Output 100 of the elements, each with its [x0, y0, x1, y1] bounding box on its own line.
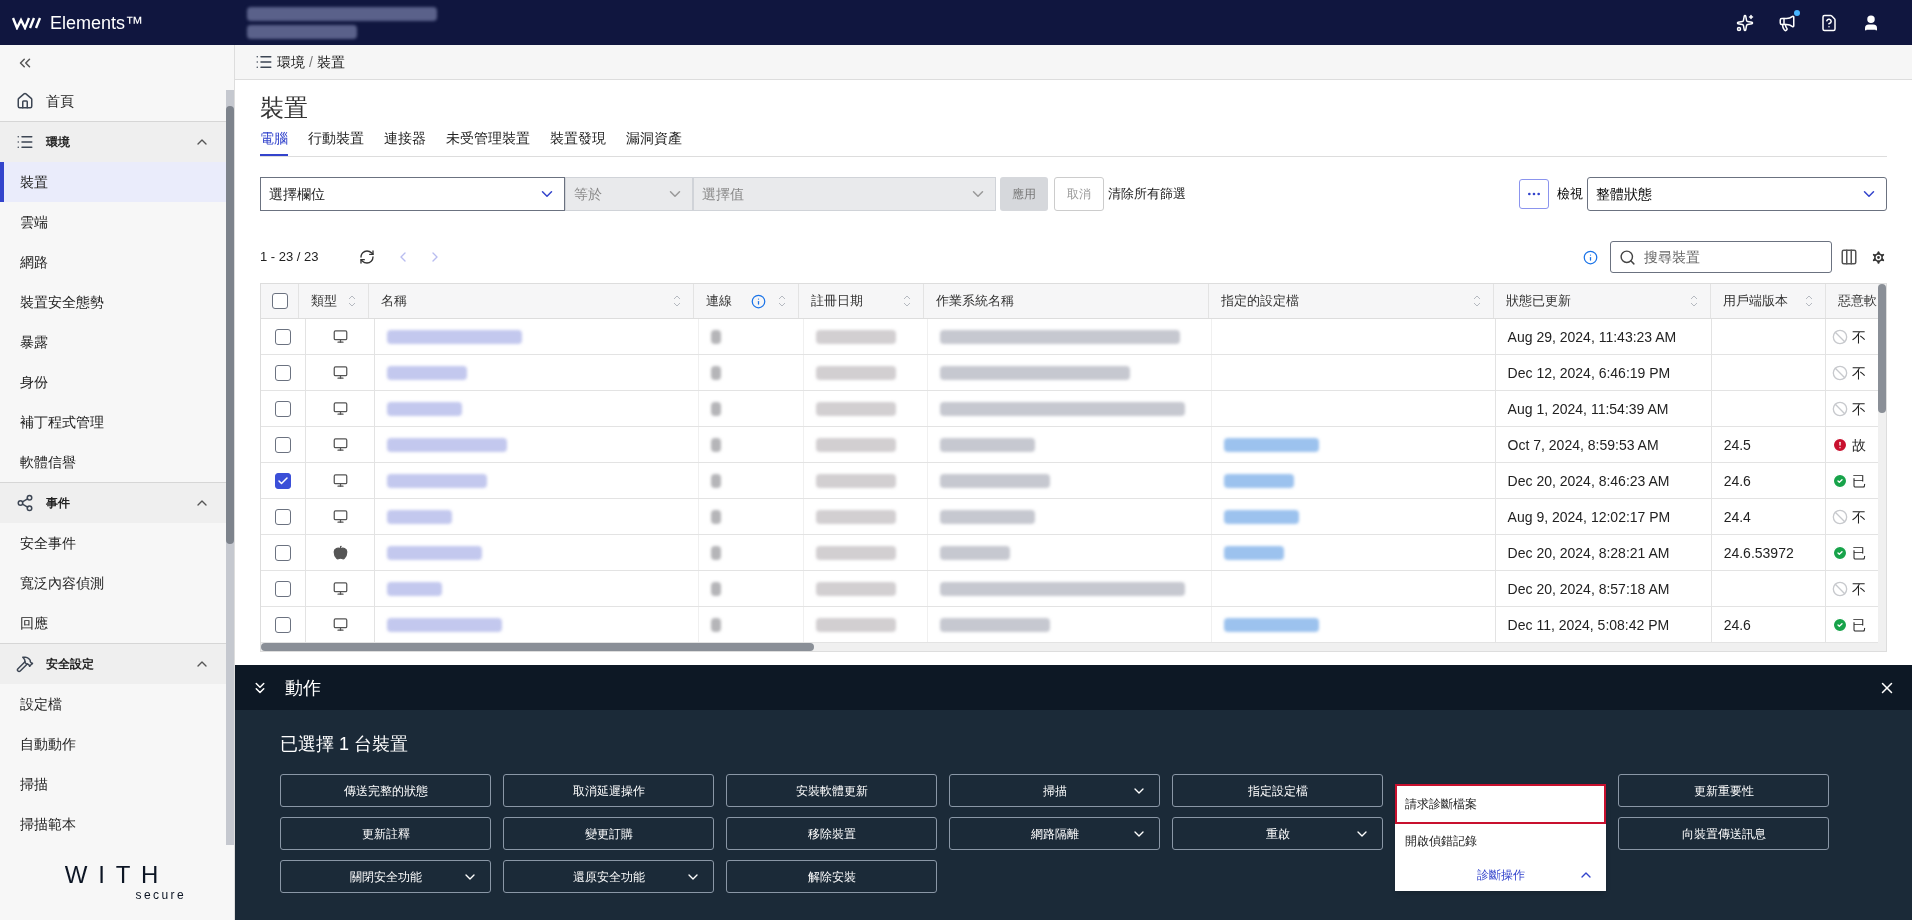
nav-item[interactable]: 安全事件 — [0, 523, 226, 563]
view-select[interactable]: 整體狀態 — [1587, 177, 1887, 211]
action-button[interactable]: 取消延遲操作 — [503, 774, 714, 807]
vertical-scrollbar[interactable] — [1878, 284, 1886, 643]
breadcrumb-separator: / — [309, 53, 313, 72]
horizontal-scrollbar[interactable] — [261, 643, 1886, 651]
checkbox[interactable] — [271, 293, 288, 309]
scrollbar[interactable] — [226, 90, 234, 845]
action-button[interactable]: 還原安全功能 — [503, 860, 714, 893]
tab[interactable]: 裝置發現 — [550, 128, 606, 156]
checkbox[interactable] — [274, 472, 291, 489]
action-button[interactable]: 變更訂購 — [503, 817, 714, 850]
field-select[interactable]: 選擇欄位 — [260, 177, 565, 211]
info-icon[interactable] — [751, 293, 766, 309]
nav-item[interactable]: 雲端 — [0, 202, 226, 242]
nav-item[interactable]: 首頁 — [0, 81, 226, 121]
search-field[interactable]: 搜尋裝置 — [1610, 241, 1832, 273]
column-header[interactable]: 連線 — [706, 291, 747, 311]
nav-item[interactable]: 寬泛內容偵測 — [0, 563, 226, 603]
action-button[interactable]: 指定設定檔 — [1172, 774, 1383, 807]
redacted-text — [1223, 545, 1284, 560]
action-button[interactable]: 更新註釋 — [280, 817, 491, 850]
checkbox[interactable] — [274, 400, 291, 417]
table-cell-text: 24.4 — [1723, 507, 1751, 527]
monitor-icon — [332, 617, 348, 632]
column-header[interactable]: 狀態已更新 — [1506, 291, 1686, 311]
action-button[interactable]: 向裝置傳送訊息 — [1618, 817, 1829, 850]
checkbox[interactable] — [274, 580, 291, 597]
logo-subtitle: secure — [135, 886, 186, 903]
column-header[interactable]: 名稱 — [381, 291, 669, 311]
user-icon[interactable] — [1862, 13, 1880, 32]
search-icon — [1619, 248, 1636, 266]
clear-filters-link[interactable]: 清除所有篩選 — [1108, 184, 1186, 204]
redacted-text — [711, 473, 721, 488]
column-header[interactable]: 用戶端版本 — [1723, 291, 1801, 311]
nav-item[interactable]: 裝置 — [0, 162, 226, 202]
tab[interactable]: 電腦 — [260, 128, 288, 156]
pagination-count: 1 - 23 / 23 — [260, 248, 319, 267]
sparkles-icon[interactable] — [1736, 13, 1754, 32]
action-button[interactable]: 傳送完整的狀態 — [280, 774, 491, 807]
info-icon[interactable] — [1583, 249, 1598, 265]
nav-item[interactable]: 軟體信譽 — [0, 442, 226, 482]
column-header[interactable]: 作業系統名稱 — [936, 291, 1196, 311]
nav-item[interactable]: 掃描範本 — [0, 804, 226, 844]
action-button[interactable]: 移除裝置 — [726, 817, 937, 850]
action-button[interactable]: 網路隔離 — [949, 817, 1160, 850]
tab[interactable]: 連接器 — [384, 128, 426, 156]
column-header[interactable]: 註冊日期 — [811, 291, 899, 311]
redacted-text — [711, 617, 721, 632]
checkbox[interactable] — [274, 328, 291, 345]
table-cell-text: Aug 9, 2024, 12:02:17 PM — [1507, 507, 1671, 527]
column-header[interactable]: 類型 — [311, 291, 344, 311]
checkbox[interactable] — [274, 508, 291, 525]
nav-item[interactable]: 補丁程式管理 — [0, 402, 226, 442]
columns-icon[interactable] — [1840, 248, 1858, 266]
nav-item[interactable]: 暴露 — [0, 322, 226, 362]
refresh-icon[interactable] — [358, 249, 375, 265]
search-input[interactable]: 搜尋裝置 — [1644, 247, 1823, 267]
menu-item[interactable]: 開啟偵錯記錄 — [1395, 824, 1606, 858]
monitor-icon — [332, 509, 348, 524]
tab[interactable]: 漏洞資產 — [626, 128, 682, 156]
section-header[interactable]: 環境 — [0, 122, 226, 162]
check-icon — [276, 474, 289, 487]
checkbox[interactable] — [274, 364, 291, 381]
column-header[interactable]: 惡意軟 — [1838, 291, 1877, 311]
table-cell-text: 不 — [1852, 579, 1867, 599]
more-button[interactable] — [1519, 179, 1549, 209]
action-button[interactable]: 關閉安全功能 — [280, 860, 491, 893]
settings-icon[interactable] — [1870, 248, 1887, 266]
tab[interactable]: 行動裝置 — [308, 128, 364, 156]
section-label: 安全設定 — [46, 656, 95, 672]
action-button[interactable]: 更新重要性 — [1618, 774, 1829, 807]
section-header[interactable]: 事件 — [0, 483, 226, 523]
nav-item[interactable]: 設定檔 — [0, 684, 226, 724]
action-button[interactable]: 掃描 — [949, 774, 1160, 807]
help-icon[interactable] — [1820, 13, 1838, 32]
nav-label: 首頁 — [46, 92, 74, 111]
action-button[interactable]: 重啟 — [1172, 817, 1383, 850]
column-header[interactable]: 指定的設定檔 — [1221, 291, 1469, 311]
nav-item[interactable]: 掃描 — [0, 764, 226, 804]
checkbox[interactable] — [274, 436, 291, 453]
logo-wordmark: WITH — [64, 862, 170, 887]
nav-item[interactable]: 回應 — [0, 603, 226, 643]
section-header[interactable]: 安全設定 — [0, 644, 226, 684]
home-icon — [16, 92, 34, 110]
action-button[interactable]: 解除安裝 — [726, 860, 937, 893]
breadcrumb-item[interactable]: 環境 — [277, 52, 305, 72]
menu-item[interactable]: 請求診斷檔案 — [1395, 784, 1606, 824]
action-button[interactable]: 診斷操作 — [1395, 858, 1606, 891]
checkbox[interactable] — [274, 616, 291, 633]
list-icon — [16, 133, 34, 151]
nav-item[interactable]: 自動動作 — [0, 724, 226, 764]
monitor-icon — [332, 473, 348, 488]
action-button[interactable]: 安裝軟體更新 — [726, 774, 937, 807]
nav-item[interactable]: 身份 — [0, 362, 226, 402]
table-cell-text: Dec 20, 2024, 8:46:23 AM — [1507, 471, 1670, 491]
checkbox[interactable] — [274, 544, 291, 561]
tab[interactable]: 未受管理裝置 — [446, 128, 530, 156]
nav-item[interactable]: 裝置安全態勢 — [0, 282, 226, 322]
nav-item[interactable]: 網路 — [0, 242, 226, 282]
